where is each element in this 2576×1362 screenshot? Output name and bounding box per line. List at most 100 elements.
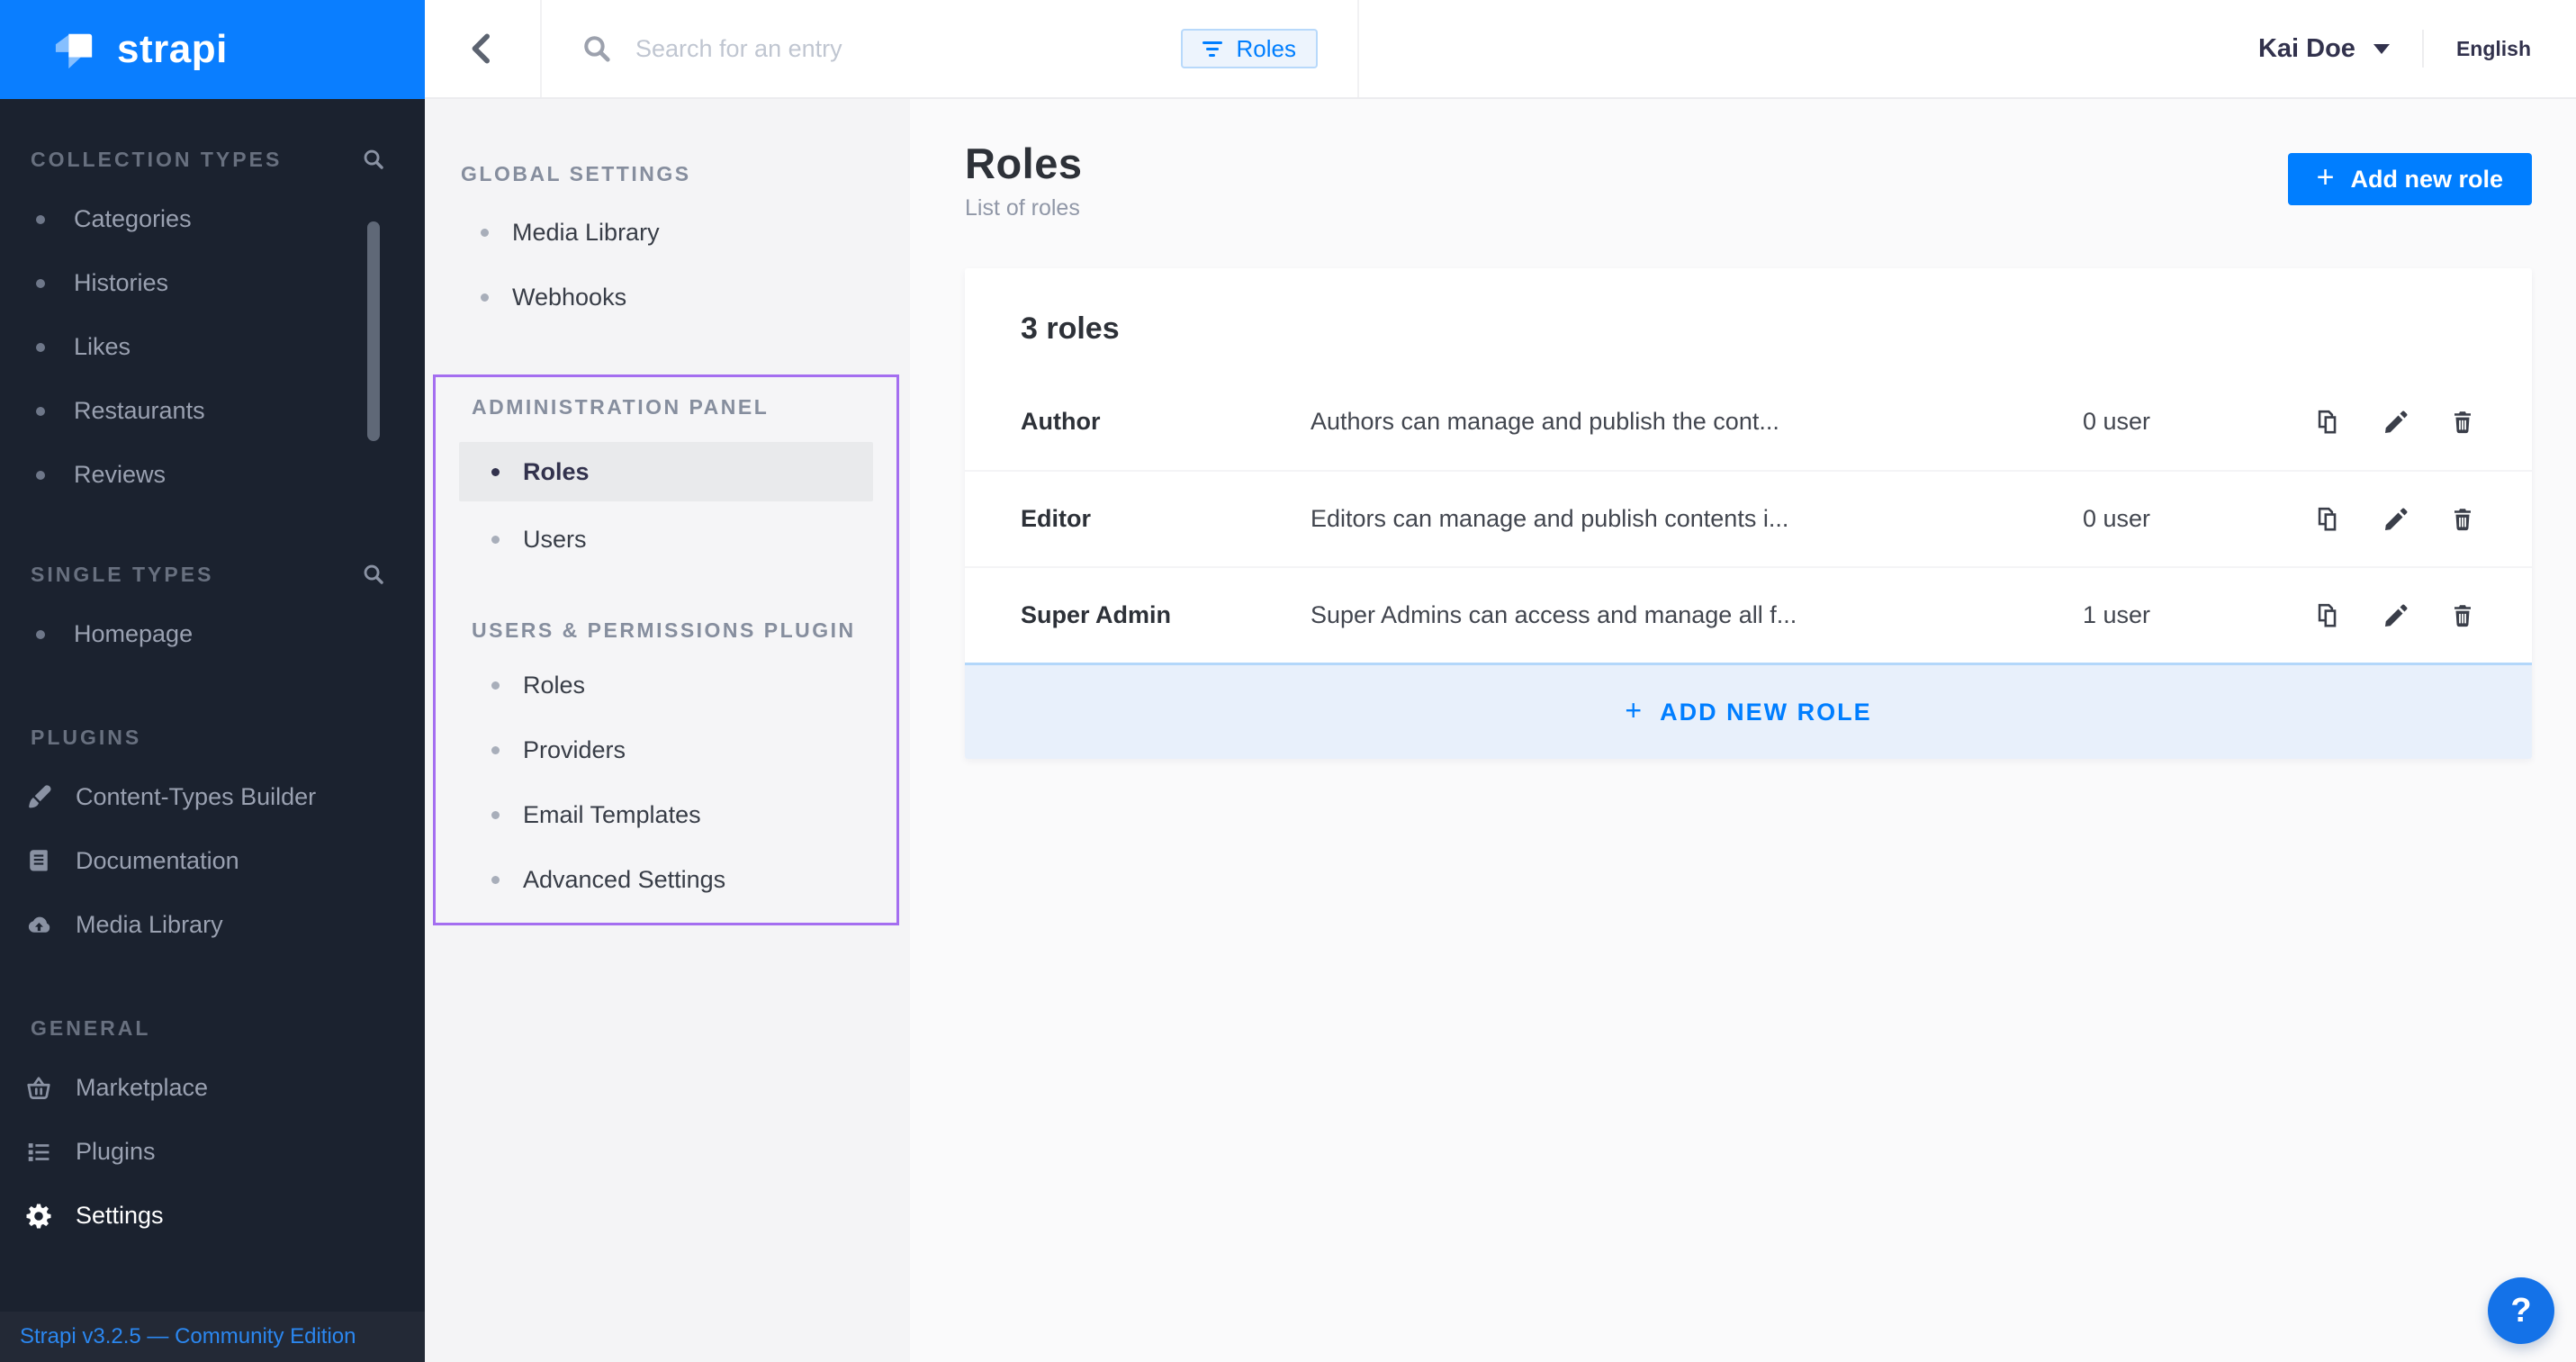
settings-nav: GLOBAL SETTINGS Media Library Webhooks A… xyxy=(425,99,910,1362)
settings-item-label: Media Library xyxy=(512,219,660,247)
delete-role-button[interactable] xyxy=(2449,409,2476,436)
user-name: Kai Doe xyxy=(2258,34,2355,64)
bullet-icon xyxy=(36,215,45,224)
plus-icon: + xyxy=(2317,160,2335,195)
edit-icon xyxy=(2382,409,2409,436)
sidebar-item-label: Plugins xyxy=(76,1138,156,1166)
bullet-icon xyxy=(491,746,500,754)
main-content: Roles List of roles + Add new role 3 rol… xyxy=(910,99,2576,1362)
filter-icon xyxy=(1202,41,1222,57)
filter-chip-label: Roles xyxy=(1237,35,1296,63)
duplicate-role-button[interactable] xyxy=(2314,408,2343,437)
bullet-icon xyxy=(36,407,45,416)
edit-role-button[interactable] xyxy=(2382,409,2409,436)
sidebar-item-plugins[interactable]: Plugins xyxy=(0,1120,425,1184)
search-bar: Roles xyxy=(542,0,1359,97)
version-link[interactable]: Strapi v3.2.5 — Community Edition xyxy=(0,1312,425,1362)
sidebar-item-settings[interactable]: Settings xyxy=(0,1184,425,1248)
bullet-icon xyxy=(491,468,500,476)
add-new-role-button[interactable]: + Add new role xyxy=(2288,153,2532,205)
sidebar-item-reviews[interactable]: Reviews xyxy=(0,443,425,507)
duplicate-role-button[interactable] xyxy=(2314,601,2343,630)
settings-item-providers[interactable]: Providers xyxy=(436,717,896,782)
role-user-count: 0 user xyxy=(2083,408,2314,436)
role-description: Super Admins can access and manage all f… xyxy=(1311,601,2083,629)
strapi-logo-icon xyxy=(50,29,99,70)
divider xyxy=(2422,30,2424,68)
duplicate-role-button[interactable] xyxy=(2314,505,2343,534)
bullet-icon xyxy=(491,536,500,544)
sidebar-item-marketplace[interactable]: Marketplace xyxy=(0,1056,425,1120)
settings-item-up-roles[interactable]: Roles xyxy=(436,653,896,717)
role-name: Editor xyxy=(1021,505,1311,533)
list-icon xyxy=(25,1139,54,1166)
page-header: Roles List of roles + Add new role xyxy=(910,99,2576,221)
role-name: Author xyxy=(1021,408,1311,436)
sidebar-item-label: Content-Types Builder xyxy=(76,783,316,811)
edit-role-button[interactable] xyxy=(2382,602,2409,629)
settings-group-administration: ADMINISTRATION PANEL Roles Users xyxy=(436,393,896,572)
sidebar-item-media-library[interactable]: Media Library xyxy=(0,893,425,957)
sidebar-item-documentation[interactable]: Documentation xyxy=(0,829,425,893)
table-row-editor[interactable]: Editor Editors can manage and publish co… xyxy=(965,470,2532,566)
bullet-icon xyxy=(491,811,500,819)
brush-icon xyxy=(25,784,54,811)
scrollbar-thumb[interactable] xyxy=(367,221,380,441)
settings-item-label: Roles xyxy=(523,458,590,486)
bullet-icon xyxy=(36,343,45,352)
trash-icon xyxy=(2449,506,2476,533)
sidebar-item-label: Documentation xyxy=(76,847,239,875)
user-menu[interactable]: Kai Doe xyxy=(2258,34,2390,64)
bullet-icon xyxy=(36,279,45,288)
settings-group-label: USERS & PERMISSIONS PLUGIN xyxy=(436,617,896,644)
role-name: Super Admin xyxy=(1021,601,1311,629)
delete-role-button[interactable] xyxy=(2449,506,2476,533)
settings-item-advanced-settings[interactable]: Advanced Settings xyxy=(436,847,896,912)
table-row-author[interactable]: Author Authors can manage and publish th… xyxy=(965,374,2532,470)
sidebar-item-label: Reviews xyxy=(74,461,166,489)
book-icon xyxy=(25,848,54,875)
bullet-icon xyxy=(491,681,500,690)
settings-item-media-library[interactable]: Media Library xyxy=(425,200,910,265)
sidebar-item-histories[interactable]: Histories xyxy=(0,251,425,315)
settings-item-roles-active[interactable]: Roles xyxy=(459,442,873,501)
delete-role-button[interactable] xyxy=(2449,602,2476,629)
sidebar-item-restaurants[interactable]: Restaurants xyxy=(0,379,425,443)
sidebar-item-categories[interactable]: Categories xyxy=(0,187,425,251)
sidebar-item-label: Histories xyxy=(74,269,168,297)
role-description: Authors can manage and publish the cont.… xyxy=(1311,408,2083,436)
settings-group-label: ADMINISTRATION PANEL xyxy=(436,393,896,420)
section-label: COLLECTION TYPES xyxy=(31,148,282,172)
footer-button-label: ADD NEW ROLE xyxy=(1660,699,1872,726)
plus-icon: + xyxy=(1625,694,1642,727)
settings-group-users-permissions: USERS & PERMISSIONS PLUGIN Roles Provide… xyxy=(436,617,896,912)
language-button[interactable]: English xyxy=(2456,37,2531,61)
settings-item-users[interactable]: Users xyxy=(436,507,896,572)
strapi-logo[interactable]: strapi xyxy=(0,0,425,99)
settings-item-email-templates[interactable]: Email Templates xyxy=(436,782,896,847)
search-icon[interactable] xyxy=(362,563,385,586)
add-new-role-footer-button[interactable]: + ADD NEW ROLE xyxy=(965,663,2532,759)
search-input[interactable] xyxy=(635,35,1157,63)
row-actions xyxy=(2314,505,2476,534)
add-new-role-label: Add new role xyxy=(2350,166,2503,194)
edit-role-button[interactable] xyxy=(2382,506,2409,533)
table-row-super-admin[interactable]: Super Admin Super Admins can access and … xyxy=(965,566,2532,663)
edit-icon xyxy=(2382,602,2409,629)
sidebar-item-likes[interactable]: Likes xyxy=(0,315,425,379)
sidebar-item-homepage[interactable]: Homepage xyxy=(0,602,425,666)
role-user-count: 1 user xyxy=(2083,601,2314,629)
row-actions xyxy=(2314,601,2476,630)
sidebar-section-single-types: SINGLE TYPES Homepage xyxy=(0,561,425,666)
bullet-icon xyxy=(36,630,45,639)
back-button[interactable] xyxy=(425,0,542,97)
sidebar-section-plugins: PLUGINS Content-Types Builder Documentat… xyxy=(0,724,425,957)
basket-icon xyxy=(25,1075,54,1102)
settings-item-webhooks[interactable]: Webhooks xyxy=(425,265,910,329)
search-icon[interactable] xyxy=(362,148,385,171)
role-description: Editors can manage and publish contents … xyxy=(1311,505,2083,533)
filter-chip-roles[interactable]: Roles xyxy=(1181,29,1318,68)
help-button[interactable]: ? xyxy=(2488,1277,2554,1344)
sidebar-item-content-types-builder[interactable]: Content-Types Builder xyxy=(0,765,425,829)
main-sidebar: strapi COLLECTION TYPES Categories Histo… xyxy=(0,0,425,1362)
